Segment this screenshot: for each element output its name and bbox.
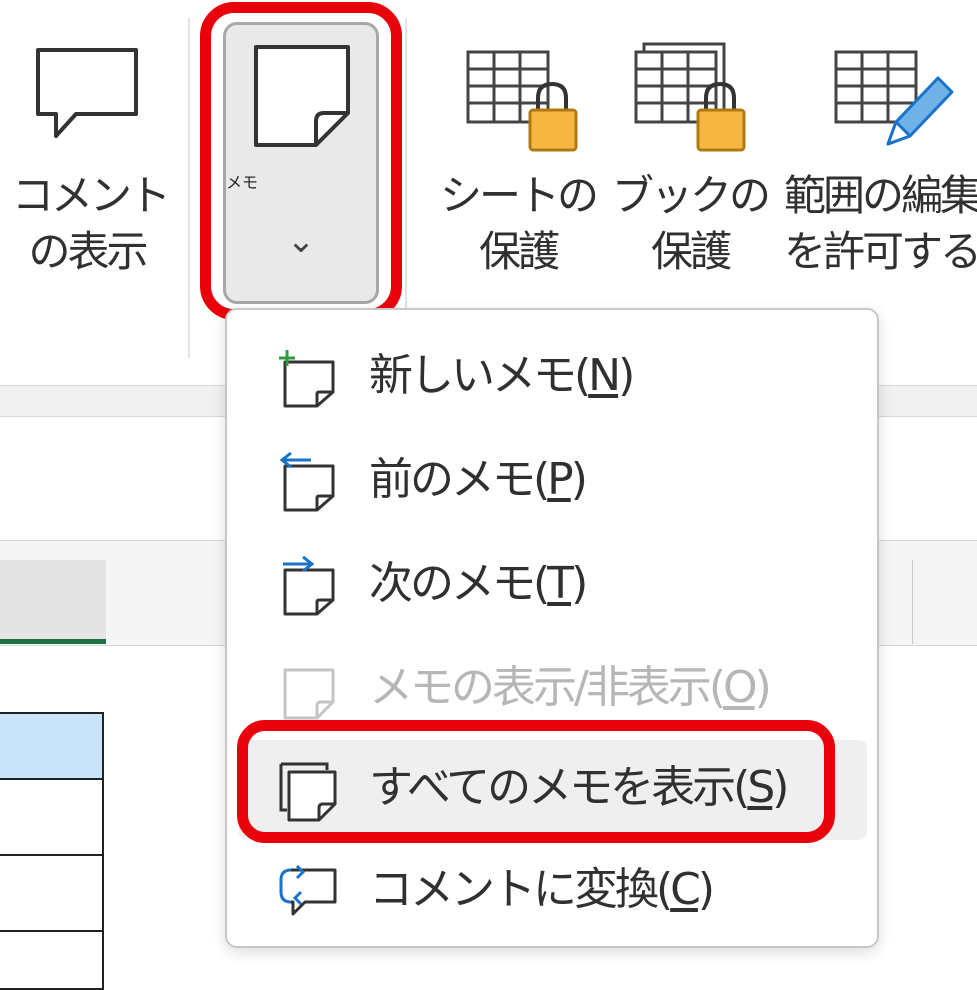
show-comments-button[interactable]: コメント の表示 [12,30,171,290]
allow-edit-ranges-label-2: を許可する [784,227,977,276]
protect-sheet-button[interactable]: シートの 保護 [432,30,604,290]
sheet-lock-icon [466,50,578,152]
toggle-memo-label: メモの表示/非表示( [369,662,726,713]
ribbon-group-separator [405,18,407,358]
previous-memo-suffix: ) [570,454,588,505]
new-memo-suffix: ) [618,350,635,401]
convert-to-comment-suffix: ) [697,864,715,915]
toggle-memo-suffix: ) [754,662,772,713]
show-comments-label-1: コメント [12,171,171,220]
memo-highlight-annotation [200,2,402,320]
previous-memo-label: 前のメモ( [369,454,550,505]
comment-bubble-icon [36,48,138,138]
note-icon [283,668,335,720]
sheet-cell[interactable] [0,854,104,932]
new-memo-label: 新しいメモ( [369,350,591,401]
protect-sheet-label-1: シートの [439,171,599,220]
selected-cell[interactable] [0,712,104,780]
menu-item-new-memo[interactable]: 新しいメモ(N) [239,330,867,426]
protect-sheet-label-2: 保護 [478,227,560,276]
previous-note-icon [279,452,335,512]
table-pencil-icon [834,50,954,146]
workbook-lock-icon [634,42,746,152]
next-note-icon [283,556,335,616]
show-comments-label-2: の表示 [28,227,148,276]
toggle-memo-accesskey: O [723,662,758,713]
new-memo-accesskey: N [588,350,621,401]
sheet-cell[interactable] [0,778,104,856]
next-memo-accesskey: T [547,558,574,609]
next-memo-suffix: ) [571,558,588,609]
menu-item-next-memo[interactable]: 次のメモ(T) [239,538,867,634]
allow-edit-ranges-button[interactable]: 範囲の編集 を許可する [780,30,977,290]
menu-item-convert-to-comment[interactable]: コメントに変換(C) [239,844,867,940]
menu-item-previous-memo[interactable]: 前のメモ(P) [239,434,867,530]
protect-workbook-button[interactable]: ブックの 保護 [612,30,771,290]
convert-to-comment-accesskey: C [670,864,701,915]
convert-to-comment-icon [279,864,337,916]
selected-column-header[interactable] [0,560,106,644]
previous-memo-accesskey: P [547,454,573,505]
new-note-icon [279,350,335,408]
next-memo-label: 次のメモ( [369,558,550,609]
sheet-cell[interactable] [0,930,104,990]
protect-workbook-label-1: ブックの [612,171,771,220]
show-all-memos-highlight-annotation [237,720,835,843]
allow-edit-ranges-label-1: 範囲の編集 [784,171,977,220]
column-divider [912,560,913,644]
ribbon-group-separator [188,18,190,358]
convert-to-comment-label: コメントに変換( [369,864,673,915]
memo-dropdown-menu: 新しいメモ(N) 前のメモ(P) 次のメモ(T) メモの表示/非表示(O) すべ… [225,308,879,948]
protect-workbook-label-2: 保護 [650,227,732,276]
